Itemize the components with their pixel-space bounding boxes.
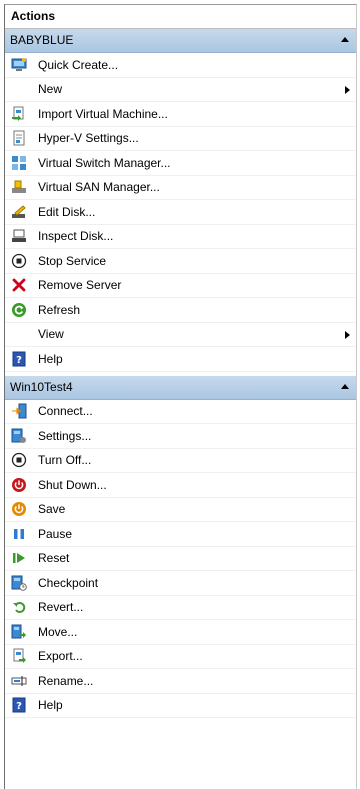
- blank-icon: [11, 326, 27, 342]
- action-remove-server[interactable]: Remove Server: [5, 274, 356, 298]
- save-icon: [11, 501, 27, 517]
- action-label: Shut Down...: [38, 477, 107, 492]
- action-label: Hyper-V Settings...: [38, 131, 139, 146]
- action-help-host[interactable]: ? Help: [5, 347, 356, 372]
- checkpoint-icon: [11, 575, 27, 591]
- hyperv-settings-icon: [11, 130, 27, 146]
- action-label: Reset: [38, 551, 70, 566]
- action-label: Turn Off...: [38, 453, 92, 468]
- action-connect[interactable]: Connect...: [5, 400, 356, 424]
- action-label: Inspect Disk...: [38, 229, 114, 244]
- action-label: Connect...: [38, 404, 93, 419]
- action-stop-service[interactable]: Stop Service: [5, 249, 356, 274]
- export-icon: [11, 648, 27, 664]
- help-icon: ?: [11, 697, 27, 713]
- action-rename[interactable]: Rename...: [5, 669, 356, 694]
- virtual-switch-icon: [11, 155, 27, 171]
- action-label: Help: [38, 351, 63, 366]
- remove-server-icon: [11, 277, 27, 293]
- quick-create-icon: [11, 57, 27, 73]
- rename-icon: [11, 673, 27, 689]
- action-label: Quick Create...: [38, 57, 119, 72]
- edit-disk-icon: [11, 204, 27, 220]
- revert-icon: [11, 599, 27, 615]
- action-new[interactable]: New: [5, 78, 356, 102]
- action-help-vm[interactable]: ? Help: [5, 694, 356, 718]
- import-vm-icon: [11, 106, 27, 122]
- action-reset[interactable]: Reset: [5, 547, 356, 571]
- actions-title: Actions: [5, 5, 356, 29]
- action-label: Checkpoint: [38, 575, 99, 590]
- inspect-disk-icon: [11, 228, 27, 244]
- action-label: Edit Disk...: [38, 204, 96, 219]
- action-label: Virtual SAN Manager...: [38, 180, 160, 195]
- action-label: Refresh: [38, 302, 81, 317]
- action-view[interactable]: View: [5, 323, 356, 347]
- action-revert[interactable]: Revert...: [5, 596, 356, 620]
- svg-text:?: ?: [16, 701, 22, 712]
- action-label: Rename...: [38, 673, 94, 688]
- action-turn-off[interactable]: Turn Off...: [5, 449, 356, 473]
- action-quick-create[interactable]: Quick Create...: [5, 53, 356, 78]
- action-label: View: [38, 327, 64, 342]
- submenu-arrow-icon: [345, 330, 350, 339]
- vm-name: Win10Test4: [10, 379, 73, 394]
- action-pause[interactable]: Pause: [5, 522, 356, 547]
- action-label: Remove Server: [38, 278, 122, 293]
- action-label: Stop Service: [38, 253, 107, 268]
- pause-icon: [11, 526, 27, 542]
- action-label: Save: [38, 502, 66, 517]
- stop-service-icon: [11, 253, 27, 269]
- action-label: Revert...: [38, 600, 84, 615]
- action-virtual-switch[interactable]: Virtual Switch Manager...: [5, 151, 356, 176]
- turn-off-icon: [11, 452, 27, 468]
- shut-down-icon: [11, 477, 27, 493]
- action-label: New: [38, 82, 63, 97]
- action-export[interactable]: Export...: [5, 645, 356, 669]
- refresh-icon: [11, 302, 27, 318]
- action-hyperv-settings[interactable]: Hyper-V Settings...: [5, 127, 356, 151]
- host-name: BABYBLUE: [10, 33, 74, 47]
- action-import-vm[interactable]: Import Virtual Machine...: [5, 102, 356, 127]
- action-label: Import Virtual Machine...: [38, 106, 168, 121]
- collapse-caret-icon[interactable]: [341, 37, 349, 42]
- submenu-arrow-icon: [345, 85, 350, 94]
- action-save[interactable]: Save: [5, 498, 356, 522]
- section-header-vm[interactable]: Win10Test4: [5, 375, 356, 400]
- action-shut-down[interactable]: Shut Down...: [5, 473, 356, 498]
- action-virtual-san[interactable]: Virtual SAN Manager...: [5, 176, 356, 200]
- action-edit-disk[interactable]: Edit Disk...: [5, 200, 356, 225]
- action-label: Virtual Switch Manager...: [38, 155, 171, 170]
- connect-icon: [11, 403, 27, 419]
- blank-icon: [11, 81, 27, 97]
- move-icon: [11, 624, 27, 640]
- action-settings[interactable]: Settings...: [5, 424, 356, 449]
- reset-icon: [11, 550, 27, 566]
- action-inspect-disk[interactable]: Inspect Disk...: [5, 225, 356, 249]
- action-label: Settings...: [38, 428, 92, 443]
- svg-text:?: ?: [16, 355, 22, 366]
- action-move[interactable]: Move...: [5, 620, 356, 645]
- help-icon: ?: [11, 351, 27, 367]
- action-label: Export...: [38, 649, 83, 664]
- actions-pane: Actions BABYBLUE Quick Create... New Imp…: [4, 4, 357, 789]
- action-label: Help: [38, 698, 63, 713]
- section-header-host[interactable]: BABYBLUE: [5, 29, 356, 53]
- settings-icon: [11, 428, 27, 444]
- action-label: Pause: [38, 526, 73, 541]
- collapse-caret-icon[interactable]: [341, 383, 349, 389]
- virtual-san-icon: [11, 179, 27, 195]
- action-refresh[interactable]: Refresh: [5, 298, 356, 323]
- action-checkpoint[interactable]: Checkpoint: [5, 571, 356, 596]
- action-label: Move...: [38, 624, 78, 639]
